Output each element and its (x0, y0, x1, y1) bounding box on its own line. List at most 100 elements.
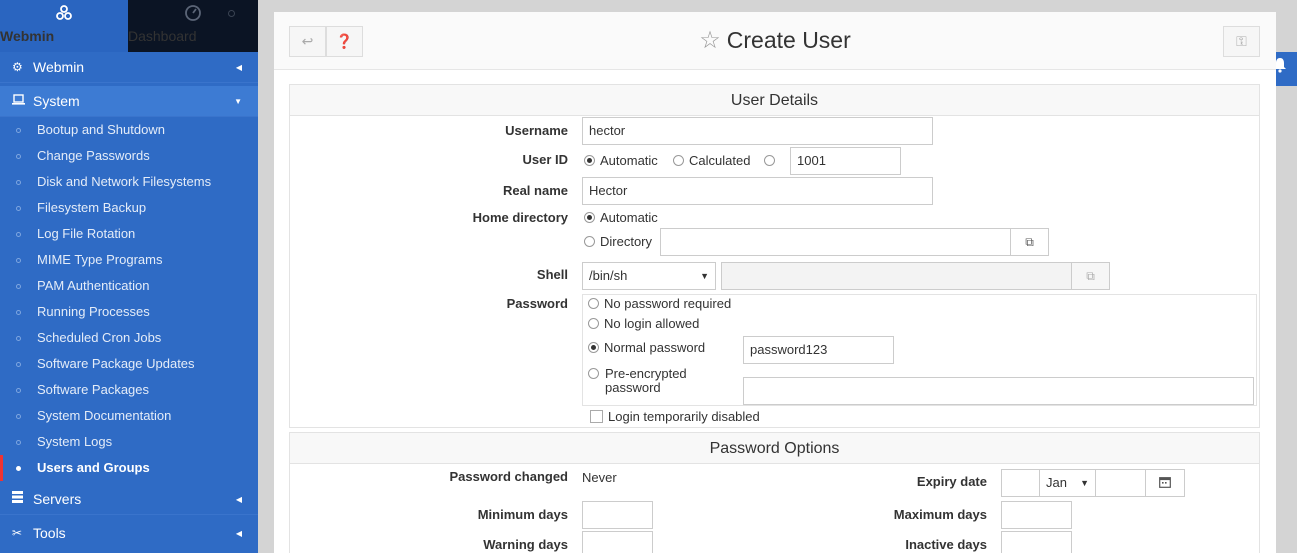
bullet-icon (16, 388, 21, 393)
gear-icon: ⚙ (12, 60, 23, 74)
page-title: ☆ Create User (274, 26, 1276, 55)
copy-icon: ⧉ (1025, 235, 1034, 249)
sidebar-item-change-passwords[interactable]: Change Passwords (0, 143, 258, 169)
uid-automatic-radio[interactable]: Automatic (584, 153, 658, 168)
sidebar-item-packages[interactable]: Software Packages (0, 377, 258, 403)
sidebar-item-processes[interactable]: Running Processes (0, 299, 258, 325)
expiry-day-input[interactable] (1001, 469, 1040, 497)
expiry-calendar-button[interactable] (1145, 469, 1185, 497)
dashboard-tab[interactable]: Dashboard (128, 0, 258, 52)
dashboard-indicator-icon (228, 10, 235, 17)
chevron-left-icon: ◀ (235, 495, 242, 504)
home-directory-input[interactable] (660, 228, 1011, 256)
expiry-month-value: Jan (1046, 475, 1067, 490)
category-webmin[interactable]: ⚙ Webmin ◀ (0, 52, 258, 83)
sidebar-item-pam[interactable]: PAM Authentication (0, 273, 258, 299)
main-content: ↩ ❓ ☆ Create User ⚿ User Details Username… (274, 12, 1276, 553)
warning-days-input[interactable] (582, 531, 653, 553)
shell-label: Shell (536, 267, 568, 282)
home-directory-label: Home directory (472, 210, 568, 225)
sidebar-item-label: Log File Rotation (37, 226, 136, 241)
category-label: Webmin (33, 59, 85, 75)
sidebar-item-documentation[interactable]: System Documentation (0, 403, 258, 429)
maximum-days-input[interactable] (1001, 501, 1072, 529)
chevron-down-icon: ▼ (234, 97, 242, 106)
radio-selected-icon (584, 212, 595, 223)
sidebar-item-filesystems[interactable]: Disk and Network Filesystems (0, 169, 258, 195)
home-browse-button[interactable]: ⧉ (1010, 228, 1049, 256)
radio-icon (588, 318, 599, 329)
category-label: System (33, 93, 80, 109)
webmin-logo-icon (0, 4, 128, 22)
password-nologin-radio[interactable]: No login allowed (588, 316, 699, 331)
password-none-radio[interactable]: No password required (588, 296, 731, 311)
server-icon (12, 484, 26, 515)
inactive-days-input[interactable] (1001, 531, 1072, 553)
preencrypted-password-input[interactable] (743, 377, 1254, 405)
normal-password-input[interactable]: password123 (743, 336, 894, 364)
radio-icon (764, 155, 775, 166)
sidebar-item-bootup[interactable]: Bootup and Shutdown (0, 117, 258, 143)
home-directory-radio[interactable]: Directory (584, 234, 652, 249)
radio-label: No password required (604, 296, 732, 311)
bullet-icon (16, 284, 21, 289)
sidebar-item-label: PAM Authentication (37, 278, 150, 293)
page-header: ↩ ❓ ☆ Create User ⚿ (274, 12, 1276, 70)
sidebar-item-log-rotation[interactable]: Log File Rotation (0, 221, 258, 247)
expiry-year-input[interactable] (1095, 469, 1146, 497)
active-marker (0, 455, 3, 481)
category-tools[interactable]: ✂ Tools ◀ (0, 518, 258, 549)
radio-icon (588, 298, 599, 309)
password-normal-radio[interactable]: Normal password (588, 340, 705, 355)
star-icon[interactable]: ☆ (699, 27, 721, 54)
caret-down-icon: ▼ (700, 271, 709, 281)
sidebar-item-cron[interactable]: Scheduled Cron Jobs (0, 325, 258, 351)
home-automatic-radio[interactable]: Automatic (584, 210, 658, 225)
bullet-icon (16, 128, 21, 133)
sidebar: Webmin Dashboard ⚙ Webmin ◀ System ▼ Boo… (0, 0, 258, 553)
category-label: Servers (33, 491, 82, 507)
page-title-text: Create User (726, 27, 851, 53)
real-name-input[interactable]: Hector (582, 177, 933, 205)
copy-icon: ⧉ (1086, 269, 1095, 283)
sidebar-item-filesystem-backup[interactable]: Filesystem Backup (0, 195, 258, 221)
shell-other-input[interactable] (721, 262, 1072, 290)
bullet-icon (16, 180, 21, 185)
uid-calculated-radio[interactable]: Calculated (673, 153, 750, 168)
sidebar-item-mime-types[interactable]: MIME Type Programs (0, 247, 258, 273)
password-label: Password (506, 296, 568, 311)
expiry-month-select[interactable]: Jan ▼ (1039, 469, 1096, 497)
sidebar-item-label: Software Package Updates (37, 356, 195, 371)
chevron-left-icon: ◀ (235, 63, 242, 72)
login-disabled-checkbox[interactable]: Login temporarily disabled (590, 409, 760, 424)
inactive-days-label: Inactive days (905, 537, 987, 552)
category-system[interactable]: System ▼ (0, 86, 258, 117)
brand-label: Webmin (0, 28, 55, 44)
bullet-icon (16, 310, 21, 315)
username-input[interactable]: hector (582, 117, 933, 145)
sidebar-item-system-logs[interactable]: System Logs (0, 429, 258, 455)
uid-input[interactable]: 1001 (790, 147, 901, 175)
checkbox-icon (590, 410, 603, 423)
shell-select[interactable]: /bin/sh ▼ (582, 262, 716, 290)
radio-label: Automatic (600, 210, 658, 225)
shell-browse-button[interactable]: ⧉ (1071, 262, 1110, 290)
sidebar-item-users-groups[interactable]: Users and Groups (0, 455, 258, 481)
module-config-button[interactable]: ⚿ (1223, 26, 1260, 57)
bullet-icon (16, 206, 21, 211)
expiry-date-label: Expiry date (916, 474, 987, 489)
minimum-days-input[interactable] (582, 501, 653, 529)
sidebar-item-label: Filesystem Backup (37, 200, 147, 215)
sidebar-item-label: Disk and Network Filesystems (37, 174, 212, 189)
sidebar-item-label: Scheduled Cron Jobs (37, 330, 162, 345)
radio-label: No login allowed (604, 316, 700, 331)
brand-webmin[interactable]: Webmin (0, 0, 128, 52)
password-preencrypted-radio[interactable]: Pre-encrypted password (588, 367, 703, 395)
uid-manual-radio[interactable] (764, 153, 780, 168)
category-servers[interactable]: Servers ◀ (0, 484, 258, 515)
radio-selected-icon (588, 342, 599, 353)
sidebar-item-package-updates[interactable]: Software Package Updates (0, 351, 258, 377)
sidebar-item-label: System Logs (37, 434, 113, 449)
sidebar-item-label: MIME Type Programs (37, 252, 163, 267)
real-name-label: Real name (502, 183, 568, 198)
